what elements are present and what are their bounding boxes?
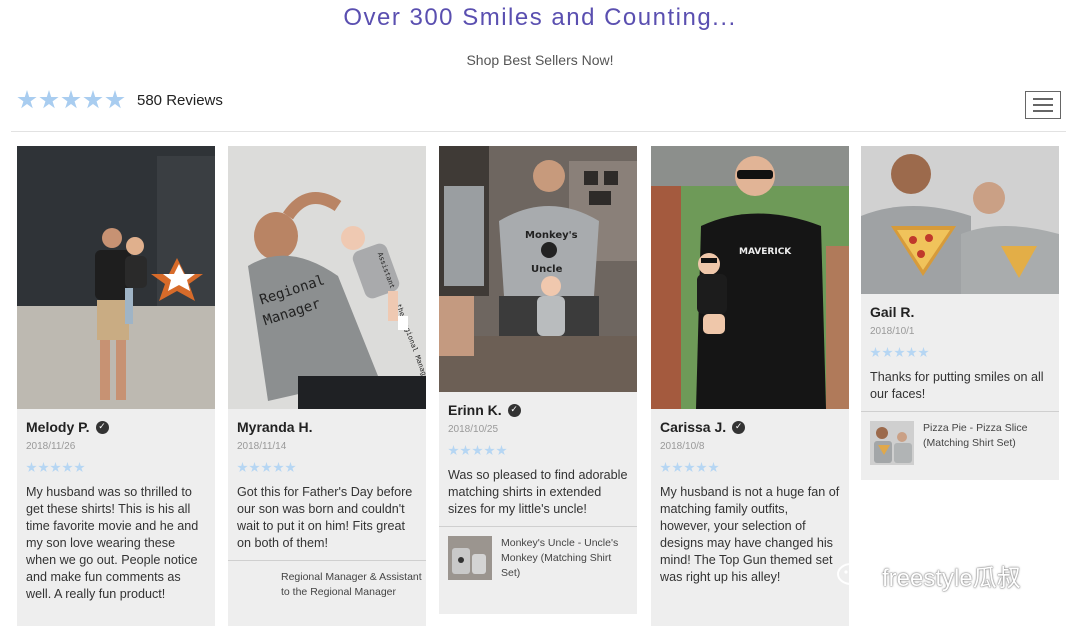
verified-check-icon: ✓ — [507, 403, 521, 417]
hamburger-icon — [1033, 98, 1053, 100]
review-photo[interactable] — [861, 146, 1059, 294]
star-icon — [918, 347, 929, 358]
photo-illustration — [17, 146, 215, 409]
review-stars — [660, 462, 840, 473]
review-text: My husband is not a huge fan of matching… — [660, 485, 840, 584]
photo-illustration — [861, 146, 1059, 294]
review-photo[interactable]: MAVERICK — [651, 146, 849, 409]
review-card[interactable]: Gail R. 2018/10/1 Thanks for putting smi… — [861, 146, 1059, 480]
star-icon — [249, 462, 260, 473]
review-card[interactable]: Monkey's Uncle Erinn K. ✓ 2018/10/25 Was… — [439, 146, 637, 614]
watermark-text: freestyle瓜叔 — [882, 565, 1021, 592]
svg-text:MAVERICK: MAVERICK — [739, 247, 792, 257]
photo-illustration: MAVERICK — [651, 146, 849, 409]
review-card[interactable]: MAVERICK Carissa J. ✓ 2018/10/8 My husba… — [651, 146, 849, 626]
star-icon — [708, 462, 719, 473]
review-photo[interactable]: Monkey's Uncle — [439, 146, 637, 392]
wechat-icon — [837, 562, 874, 589]
svg-text:Uncle: Uncle — [531, 264, 563, 275]
star-icon — [273, 462, 284, 473]
review-text: Was so pleased to find adorable matching… — [448, 468, 628, 516]
star-icon — [261, 462, 272, 473]
svg-text:Monkey's: Monkey's — [525, 230, 578, 241]
review-stars — [26, 462, 206, 473]
menu-button[interactable] — [1025, 91, 1061, 119]
review-card[interactable]: Melody P. ✓ 2018/11/26 My husband was so… — [17, 146, 215, 626]
reviewer-name: Melody P. — [26, 419, 90, 435]
star-icon — [672, 462, 683, 473]
review-stars — [870, 347, 1050, 358]
reviewer-name: Myranda H. — [237, 419, 313, 435]
star-icon — [39, 90, 59, 109]
star-icon — [484, 445, 495, 456]
product-name[interactable]: Monkey's Uncle - Uncle's Monkey (Matchin… — [501, 536, 628, 581]
star-icon — [61, 90, 81, 109]
review-photo[interactable] — [17, 146, 215, 409]
star-icon — [882, 347, 893, 358]
star-icon — [496, 445, 507, 456]
review-photo[interactable]: Regional Manager Assistant to the Region… — [228, 146, 426, 409]
star-icon — [62, 462, 73, 473]
reviewer-name: Carissa J. — [660, 419, 727, 435]
product-thumbnail[interactable] — [870, 421, 914, 465]
star-icon — [74, 462, 85, 473]
verified-check-icon: ✓ — [95, 420, 109, 434]
watermark: freestyle瓜叔 — [836, 558, 1021, 593]
star-icon — [460, 445, 471, 456]
star-icon — [684, 462, 695, 473]
reviews-count[interactable]: 580 Reviews — [137, 92, 223, 109]
star-icon — [870, 347, 881, 358]
star-icon — [472, 445, 483, 456]
hamburger-icon — [1033, 110, 1053, 112]
review-product[interactable]: Pizza Pie - Pizza Slice (Matching Shirt … — [861, 411, 1059, 474]
review-text: Got this for Father's Day before our son… — [237, 485, 413, 550]
review-date: 2018/10/8 — [660, 441, 705, 452]
review-stars — [448, 445, 628, 456]
review-text: Thanks for putting smiles on all our fac… — [870, 370, 1044, 401]
star-icon — [237, 462, 248, 473]
rating-stars — [17, 90, 125, 110]
review-date: 2018/11/14 — [237, 441, 287, 452]
star-icon — [660, 462, 671, 473]
star-icon — [26, 462, 37, 473]
star-icon — [17, 90, 37, 109]
review-date: 2018/10/25 — [448, 424, 499, 435]
review-product[interactable]: Regional Manager & Assistant to the Regi… — [228, 560, 426, 623]
rating-summary: 580 Reviews — [17, 90, 223, 110]
review-text: My husband was so thrilled to get these … — [26, 485, 199, 601]
reviewer-name: Erinn K. — [448, 402, 502, 418]
reviewer-name: Gail R. — [870, 304, 915, 320]
star-icon — [38, 462, 49, 473]
star-icon — [105, 90, 125, 109]
star-icon — [894, 347, 905, 358]
star-icon — [448, 445, 459, 456]
star-icon — [906, 347, 917, 358]
review-product[interactable]: Monkey's Uncle - Uncle's Monkey (Matchin… — [439, 526, 637, 590]
page-headline: Over 300 Smiles and Counting... — [343, 4, 737, 31]
star-icon — [285, 462, 296, 473]
review-date: 2018/11/26 — [26, 441, 76, 452]
hamburger-icon — [1033, 104, 1053, 106]
star-icon — [83, 90, 103, 109]
product-thumbnail[interactable] — [228, 570, 272, 614]
product-name[interactable]: Pizza Pie - Pizza Slice (Matching Shirt … — [923, 421, 1050, 451]
star-icon — [696, 462, 707, 473]
shop-best-sellers-link[interactable]: Shop Best Sellers Now! — [0, 52, 1080, 68]
verified-check-icon: ✓ — [732, 420, 746, 434]
review-stars — [237, 462, 417, 473]
product-image — [870, 421, 914, 465]
product-thumbnail[interactable] — [448, 536, 492, 580]
review-card[interactable]: Regional Manager Assistant to the Region… — [228, 146, 426, 626]
photo-illustration: Monkey's Uncle — [439, 146, 637, 392]
product-image — [448, 536, 492, 580]
photo-illustration: Regional Manager Assistant to the Region… — [228, 146, 426, 409]
review-date: 2018/10/1 — [870, 326, 915, 337]
header-divider — [11, 131, 1066, 132]
product-name[interactable]: Regional Manager & Assistant to the Regi… — [281, 570, 426, 600]
star-icon — [50, 462, 61, 473]
